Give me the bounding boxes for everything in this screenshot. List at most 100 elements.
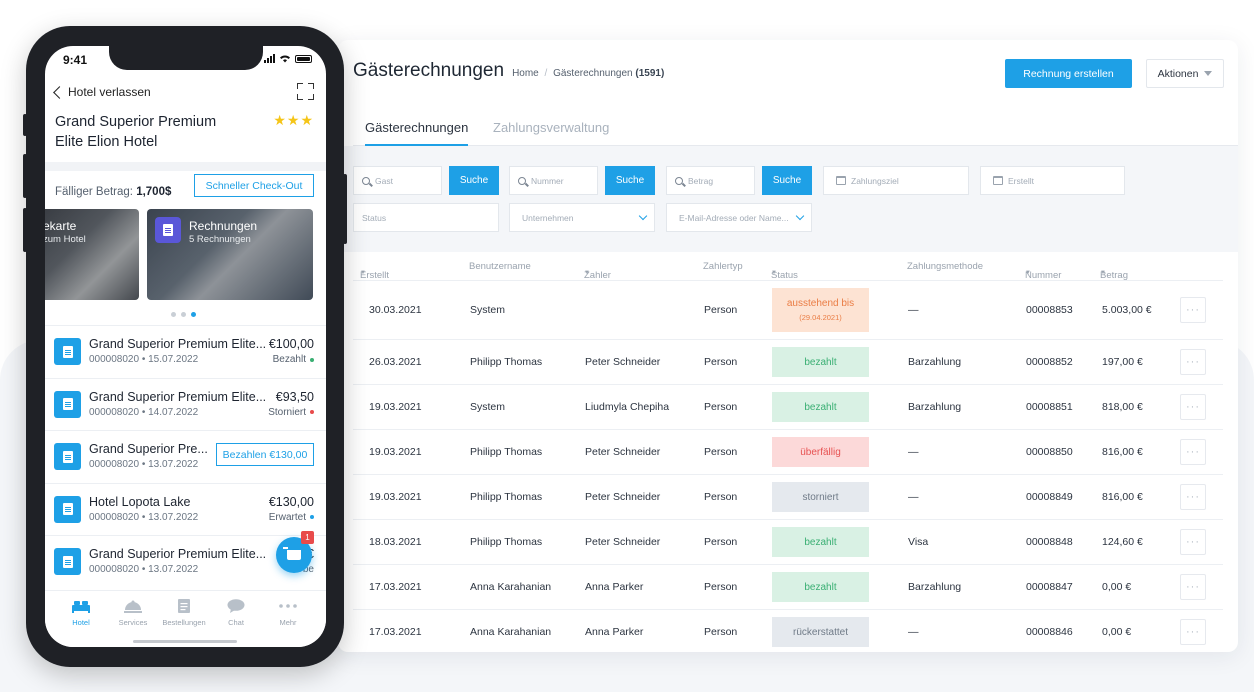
cell-amount: 0,00 € — [1102, 581, 1132, 593]
guest-search-button[interactable]: Suche — [449, 166, 499, 195]
table-row[interactable]: 17.03.2021 Anna Karahanian Anna Parker Pers… — [353, 609, 1223, 652]
page-header: Gästerechnungen Home / Gästerechnungen (… — [353, 60, 664, 82]
card-invoices[interactable]: Rechnungen 5 Rechnungen — [147, 209, 313, 300]
table-row[interactable]: 30.03.2021 System Person — 00008853 5.003,00 … — [353, 280, 1223, 339]
amount-search-button[interactable]: Suche — [762, 166, 812, 195]
table-row[interactable]: 18.03.2021 Philipp Thomas Peter Schneider P… — [353, 519, 1223, 564]
invoice-amount: €130,00 — [268, 494, 314, 509]
number-search-button[interactable]: Suche — [605, 166, 655, 195]
actions-dropdown[interactable]: Aktionen — [1146, 59, 1224, 88]
search-icon — [675, 176, 683, 185]
cell-created: 30.03.2021 — [369, 304, 422, 316]
status-label: storniert — [802, 491, 839, 503]
row-more-button[interactable]: ··· — [1180, 349, 1206, 375]
number-search-input[interactable]: Nummer — [509, 166, 598, 195]
invoice-title: Grand Superior Pre... — [89, 442, 208, 456]
row-more-button[interactable]: ··· — [1180, 394, 1206, 420]
cell-payer: Liudmyla Chepiha — [585, 401, 670, 413]
invoice-meta: 000008020 • 13.07.2022 — [89, 564, 199, 575]
cell-payer: Peter Schneider — [585, 536, 661, 548]
breadcrumb-count: (1591) — [635, 68, 665, 79]
company-select[interactable]: Unternehmen — [509, 203, 655, 232]
cell-method: Visa — [908, 536, 929, 548]
carousel-dots — [171, 312, 196, 317]
pay-invoice-button[interactable]: Bezahlen €130,00 — [216, 443, 314, 466]
table-row[interactable]: 26.03.2021 Philipp Thomas Peter Schneider P… — [353, 339, 1223, 384]
row-more-button[interactable]: ··· — [1180, 297, 1206, 323]
invoice-list-item[interactable]: Hotel Lopota Lake 000008020 • 13.07.2022 €… — [45, 482, 326, 535]
document-icon — [174, 599, 194, 613]
cell-method: — — [908, 491, 919, 503]
status-label: bezahlt — [804, 401, 837, 413]
scan-icon[interactable] — [297, 83, 314, 100]
invoice-meta: 000008020 • 13.07.2022 — [89, 459, 199, 470]
document-icon — [155, 217, 181, 243]
quick-checkout-button[interactable]: Schneller Check-Out — [194, 174, 314, 197]
section-divider — [45, 162, 326, 171]
cart-badge: 1 — [301, 531, 314, 544]
create-invoice-button[interactable]: Rechnung erstellen — [1005, 59, 1132, 88]
col-username: Benutzername — [469, 261, 531, 272]
row-more-button[interactable]: ··· — [1180, 574, 1206, 600]
status-label: überfällig — [800, 446, 841, 458]
table-row[interactable]: 17.03.2021 Anna Karahanian Anna Parker Pers… — [353, 564, 1223, 609]
cell-payer-type: Person — [704, 581, 738, 593]
status-icons — [264, 54, 312, 63]
email-name-select[interactable]: E-Mail-Adresse oder Name... — [666, 203, 812, 232]
hotel-name-line1: Grand Superior Premium — [55, 114, 217, 130]
row-more-button[interactable]: ··· — [1180, 439, 1206, 465]
status-badge: bezahlt — [772, 572, 869, 602]
table-row[interactable]: 19.03.2021 Philipp Thomas Peter Schneider P… — [353, 429, 1223, 474]
status-badge: storniert — [772, 482, 869, 512]
card-menu[interactable]: ekarte zum Hotel — [45, 209, 139, 300]
row-more-button[interactable]: ··· — [1180, 484, 1206, 510]
cell-method: Barzahlung — [908, 356, 962, 368]
tab-guest-invoices[interactable]: Gästerechnungen — [365, 120, 469, 146]
amount-search-input[interactable]: Betrag — [666, 166, 755, 195]
due-value: 1,700$ — [136, 186, 172, 198]
table-row[interactable]: 19.03.2021 System Liudmyla Chepiha Person Ba… — [353, 384, 1223, 429]
status-badge: ausstehend bis (29.04.2021) — [772, 288, 869, 332]
table-body: 30.03.2021 System Person — 00008853 5.003,00 … — [353, 280, 1223, 652]
search-icon — [362, 176, 370, 185]
invoice-list-item[interactable]: Grand Superior Premium Elite... 000008020… — [45, 325, 326, 377]
page-title: Gästerechnungen — [353, 60, 505, 81]
due-date-input[interactable]: Zahlungsziel — [823, 166, 969, 195]
back-button[interactable]: Hotel verlassen — [53, 85, 151, 99]
calendar-icon — [836, 176, 846, 185]
tab-services[interactable]: Services — [105, 599, 161, 627]
breadcrumb-current: Gästerechnungen — [553, 68, 633, 79]
card-menu-subtitle: zum Hotel — [45, 234, 86, 245]
tab-orders[interactable]: Bestellungen — [156, 599, 212, 627]
invoice-title: Grand Superior Premium Elite... — [89, 337, 267, 351]
invoice-list-item[interactable]: Grand Superior Premium Elite... 000008020… — [45, 377, 326, 430]
row-more-button[interactable]: ··· — [1180, 529, 1206, 555]
row-more-button[interactable]: ··· — [1180, 619, 1206, 645]
document-icon — [54, 495, 81, 523]
tab-payment-management[interactable]: Zahlungsverwaltung — [493, 120, 609, 135]
status-dot-icon — [310, 410, 314, 414]
phone-screen: 9:41 Hotel verlassen Grand Superior Prem… — [45, 46, 326, 647]
cell-payer-type: Person — [704, 356, 738, 368]
cell-amount: 5.003,00 € — [1102, 304, 1152, 316]
table-row[interactable]: 19.03.2021 Philipp Thomas Peter Schneider P… — [353, 474, 1223, 519]
invoice-list-item[interactable]: Grand Superior Pre... 000008020 • 13.07.2… — [45, 430, 326, 482]
wifi-icon — [280, 55, 290, 63]
created-date-input[interactable]: Erstellt — [980, 166, 1125, 195]
due-label: Fälliger Betrag: — [55, 186, 133, 198]
cell-username: Anna Karahanian — [470, 626, 552, 638]
tab-more[interactable]: Mehr — [260, 599, 316, 627]
tab-hotel[interactable]: Hotel — [53, 599, 109, 627]
guest-search-input[interactable]: Gast — [353, 166, 442, 195]
bottom-tab-bar: Hotel Services Bestellungen Chat Mehr — [45, 590, 326, 647]
tab-chat[interactable]: Chat — [208, 599, 264, 627]
power-button — [343, 174, 347, 244]
breadcrumb-home[interactable]: Home — [512, 68, 539, 79]
hotel-name: Grand Superior Premium Elite Elion Hotel — [55, 112, 265, 152]
invoice-title: Hotel Lopota Lake — [89, 494, 191, 509]
cell-method: — — [908, 626, 919, 638]
created-placeholder: Erstellt — [1008, 175, 1034, 186]
card-menu-title: ekarte — [45, 219, 77, 233]
cell-number: 00008850 — [1026, 446, 1073, 458]
status-filter[interactable]: Status — [353, 203, 499, 232]
